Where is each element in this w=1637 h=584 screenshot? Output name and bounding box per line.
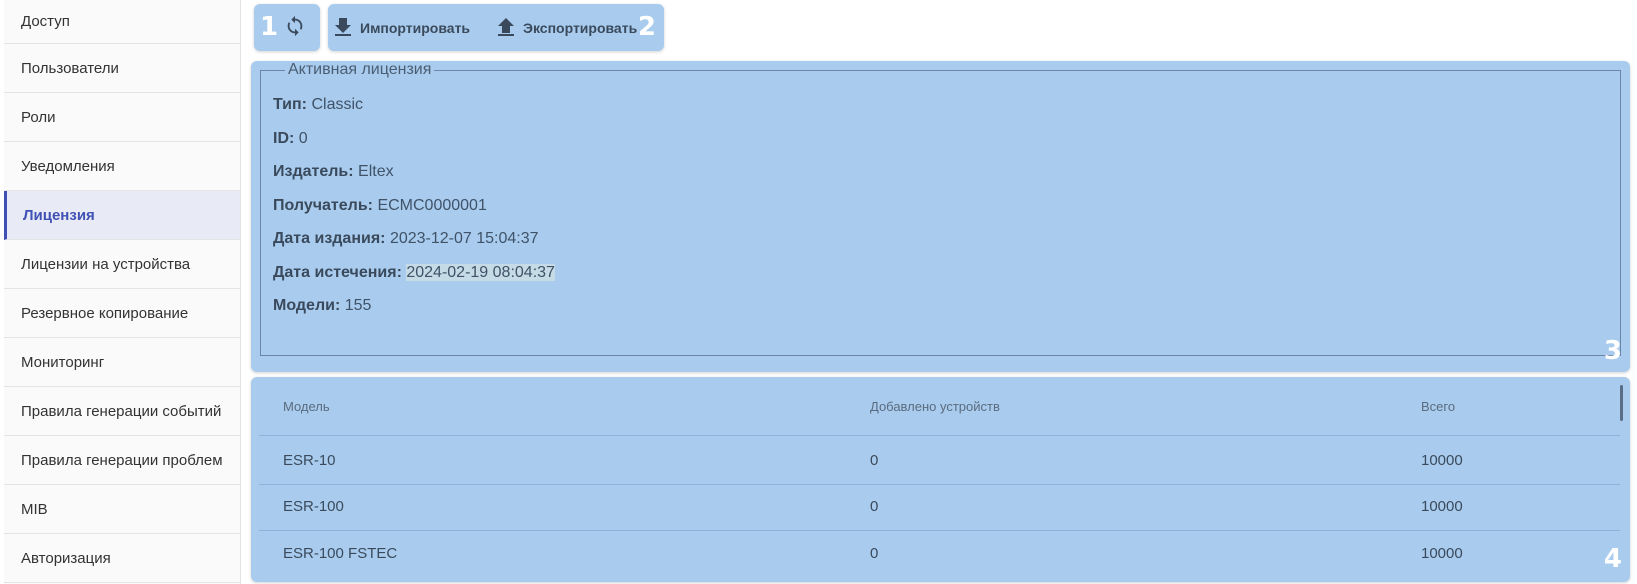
sidebar-item-backup[interactable]: Резервное копирование: [4, 289, 240, 338]
export-button[interactable]: Экспортировать: [497, 14, 637, 42]
license-id-row: ID: 0: [273, 130, 308, 148]
license-issued-row: Дата издания: 2023-12-07 15:04:37: [273, 230, 539, 248]
table-row[interactable]: ESR-100 0 10000: [259, 483, 1620, 531]
table-scrollbar[interactable]: [1620, 385, 1623, 421]
license-type-label: Тип:: [273, 96, 307, 113]
sidebar-item-label: Лицензия: [23, 206, 95, 224]
license-expires-row: Дата истечения: 2024-02-19 08:04:37: [273, 264, 555, 282]
sidebar-item-access[interactable]: Доступ: [4, 0, 240, 44]
cell-added-devices: 0: [870, 452, 879, 469]
license-expires-value: 2024-02-19 08:04:37: [406, 264, 555, 281]
license-issuer-row: Издатель: Eltex: [273, 163, 394, 181]
settings-sidebar: Доступ Пользователи Роли Уведомления Лиц…: [4, 0, 241, 584]
sidebar-item-label: Роли: [21, 108, 56, 126]
cell-added-devices: 0: [870, 498, 879, 515]
sidebar-item-label: Лицензии на устройства: [21, 255, 191, 273]
sidebar-item-label: Доступ: [21, 13, 70, 30]
license-issuer-label: Издатель:: [273, 163, 354, 180]
sidebar-item-label: Пользователи: [21, 59, 119, 77]
refresh-button[interactable]: [281, 14, 309, 42]
column-header-total[interactable]: Всего: [1421, 399, 1455, 414]
table-row[interactable]: ESR-100 FSTEC 0 10000: [259, 529, 1620, 577]
sidebar-item-monitoring[interactable]: Мониторинг: [4, 338, 240, 387]
cell-total: 10000: [1421, 544, 1463, 562]
sidebar-item-notifications[interactable]: Уведомления: [4, 142, 240, 191]
sidebar-item-label: Мониторинг: [21, 353, 105, 371]
license-recipient-value: ECMC0000001: [377, 197, 487, 214]
marker-3: 3: [1603, 336, 1622, 366]
marker-1: 1: [260, 12, 279, 42]
upload-icon: [497, 17, 515, 40]
license-issuer-value: Eltex: [358, 163, 394, 180]
sidebar-item-label: Резервное копирование: [21, 304, 189, 322]
license-recipient-row: Получатель: ECMC0000001: [273, 197, 487, 215]
active-license-panel: Активная лицензия Тип: Classic ID: 0 Изд…: [251, 61, 1630, 372]
import-label: Импортировать: [360, 20, 471, 36]
license-issued-label: Дата издания:: [273, 230, 386, 247]
cell-added-devices: 0: [870, 544, 879, 562]
license-issued-value: 2023-12-07 15:04:37: [389, 230, 539, 247]
sidebar-item-users[interactable]: Пользователи: [4, 44, 240, 93]
cell-total: 10000: [1421, 498, 1463, 515]
sidebar-item-license[interactable]: Лицензия: [4, 191, 240, 240]
sidebar-item-problem-rules[interactable]: Правила генерации проблем: [4, 436, 240, 485]
license-id-label: ID:: [273, 130, 295, 147]
column-header-added-devices[interactable]: Добавлено устройств: [870, 399, 1000, 414]
sidebar-item-roles[interactable]: Роли: [4, 93, 240, 142]
sidebar-item-event-rules[interactable]: Правила генерации событий: [4, 387, 240, 436]
download-icon: [334, 17, 352, 40]
cell-total: 10000: [1421, 452, 1463, 469]
sidebar-item-device-licenses[interactable]: Лицензии на устройства: [4, 240, 240, 289]
license-type-row: Тип: Classic: [273, 96, 363, 114]
license-legend: Активная лицензия: [285, 61, 435, 79]
sidebar-item-label: Правила генерации проблем: [21, 451, 223, 469]
column-header-model[interactable]: Модель: [283, 399, 330, 414]
models-table-panel: Модель Добавлено устройств Всего ESR-10 …: [251, 377, 1630, 582]
export-label: Экспортировать: [523, 20, 638, 36]
license-id-value: 0: [298, 130, 308, 147]
import-export-group: Импортировать Экспортировать 2: [328, 4, 664, 51]
import-button[interactable]: Импортировать: [334, 14, 470, 42]
sidebar-item-label: MIB: [21, 500, 48, 518]
table-row[interactable]: ESR-10 0 10000: [259, 437, 1620, 485]
table-header: Модель Добавлено устройств Всего: [259, 377, 1620, 436]
refresh-group: 1: [254, 4, 320, 51]
license-models-value: 155: [344, 297, 372, 314]
sidebar-item-label: Уведомления: [21, 157, 115, 175]
license-expires-label: Дата истечения:: [273, 264, 402, 281]
license-models-row: Модели: 155: [273, 297, 371, 315]
cell-model: ESR-100: [283, 498, 344, 515]
cell-model: ESR-100 FSTEC: [283, 544, 398, 562]
marker-4: 4: [1603, 544, 1622, 574]
refresh-icon: [284, 15, 306, 42]
sidebar-item-mib[interactable]: MIB: [4, 485, 240, 534]
sidebar-item-authorization[interactable]: Авторизация: [4, 534, 240, 583]
sidebar-item-label: Авторизация: [21, 549, 111, 567]
page: Доступ Пользователи Роли Уведомления Лиц…: [0, 0, 1637, 584]
license-type-value: Classic: [311, 96, 364, 113]
license-models-label: Модели:: [273, 297, 341, 314]
sidebar-item-label: Правила генерации событий: [21, 402, 222, 420]
marker-2: 2: [637, 12, 656, 42]
cell-model: ESR-10: [283, 452, 336, 469]
license-recipient-label: Получатель:: [273, 197, 373, 214]
